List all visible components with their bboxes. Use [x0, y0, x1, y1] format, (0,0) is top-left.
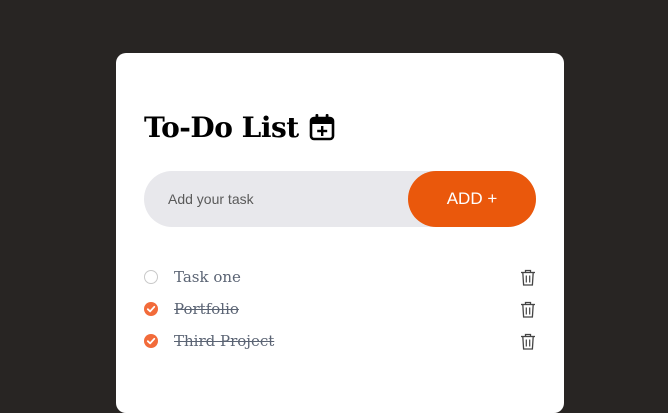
trash-icon[interactable] [520, 333, 536, 350]
task-text: Third Project [174, 332, 275, 350]
task-item[interactable]: Portfolio [144, 293, 536, 325]
page-title: To-Do List [144, 110, 299, 144]
todo-card: To-Do List ADD + Task one [116, 53, 564, 413]
trash-icon[interactable] [520, 269, 536, 286]
checkbox-checked-icon[interactable] [144, 334, 158, 348]
task-input[interactable] [144, 171, 432, 227]
checkbox-unchecked-icon[interactable] [144, 270, 158, 284]
calendar-plus-icon [309, 113, 335, 141]
add-button[interactable]: ADD + [408, 171, 536, 227]
task-item[interactable]: Task one [144, 261, 536, 293]
task-text: Task one [174, 268, 241, 286]
task-item[interactable]: Third Project [144, 325, 536, 357]
title-row: To-Do List [144, 109, 335, 145]
task-text: Portfolio [174, 300, 239, 318]
task-list: Task one Portfolio Third Project [144, 261, 536, 357]
trash-icon[interactable] [520, 301, 536, 318]
checkbox-checked-icon[interactable] [144, 302, 158, 316]
task-input-row: ADD + [144, 171, 536, 227]
